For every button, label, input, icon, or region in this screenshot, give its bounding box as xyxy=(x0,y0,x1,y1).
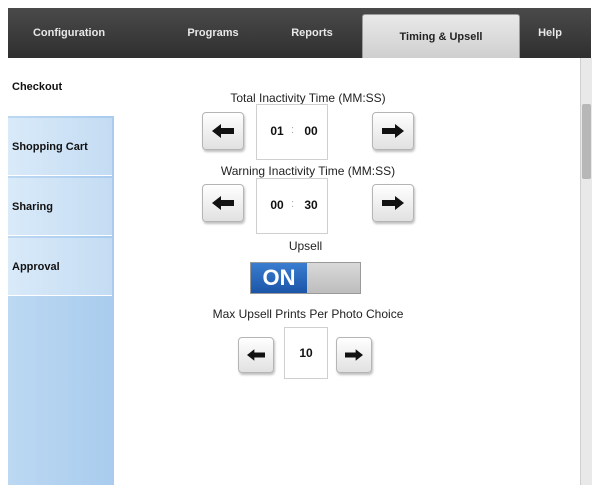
warning-inactivity-decrease-button[interactable] xyxy=(202,184,244,222)
time-separator: : xyxy=(291,124,295,136)
sidebar-item-checkout[interactable]: Checkout xyxy=(8,58,114,116)
tab-programs[interactable]: Programs xyxy=(158,8,268,58)
total-inactivity-label: Total Inactivity Time (MM:SS) xyxy=(230,91,386,105)
app-window: Configuration Programs Reports Timing & … xyxy=(8,8,592,485)
sidebar-item-sharing[interactable]: Sharing xyxy=(8,178,112,236)
tab-timing-upsell[interactable]: Timing & Upsell xyxy=(362,14,520,58)
total-inactivity-decrease-button[interactable] xyxy=(202,112,244,150)
total-inactivity-time-field[interactable]: 01 : 00 xyxy=(256,104,328,160)
right-arrow-icon xyxy=(382,196,404,210)
left-arrow-icon xyxy=(212,124,234,138)
time-separator: : xyxy=(291,198,295,210)
total-inactivity-seconds[interactable]: 00 xyxy=(299,124,323,138)
sidebar-item-shopping-cart[interactable]: Shopping Cart xyxy=(8,118,112,176)
max-upsell-value-field[interactable]: 10 xyxy=(284,327,328,379)
scrollbar-thumb[interactable] xyxy=(582,104,591,179)
warning-inactivity-increase-button[interactable] xyxy=(372,184,414,222)
warning-inactivity-minutes[interactable]: 00 xyxy=(265,198,289,212)
max-upsell-decrease-button[interactable] xyxy=(238,337,274,373)
tab-configuration[interactable]: Configuration xyxy=(18,8,120,58)
upsell-toggle-state: ON xyxy=(251,263,307,293)
warning-inactivity-seconds[interactable]: 30 xyxy=(299,198,323,212)
left-arrow-icon xyxy=(247,349,265,361)
right-arrow-icon xyxy=(345,349,363,361)
vertical-scrollbar[interactable] xyxy=(580,58,592,485)
main-tab-bar: Configuration Programs Reports Timing & … xyxy=(8,8,591,58)
total-inactivity-increase-button[interactable] xyxy=(372,112,414,150)
max-upsell-increase-button[interactable] xyxy=(336,337,372,373)
tab-help[interactable]: Help xyxy=(530,8,570,58)
sidebar-item-approval[interactable]: Approval xyxy=(8,238,112,296)
sidebar: Checkout Shopping Cart Sharing Approval xyxy=(8,58,114,485)
upsell-toggle[interactable]: ON xyxy=(250,262,361,294)
right-arrow-icon xyxy=(382,124,404,138)
total-inactivity-minutes[interactable]: 01 xyxy=(265,124,289,138)
warning-inactivity-label: Warning Inactivity Time (MM:SS) xyxy=(220,164,396,178)
left-arrow-icon xyxy=(212,196,234,210)
max-upsell-label: Max Upsell Prints Per Photo Choice xyxy=(212,307,404,321)
tab-reports[interactable]: Reports xyxy=(266,8,358,58)
warning-inactivity-time-field[interactable]: 00 : 30 xyxy=(256,178,328,234)
upsell-label: Upsell xyxy=(288,239,323,253)
